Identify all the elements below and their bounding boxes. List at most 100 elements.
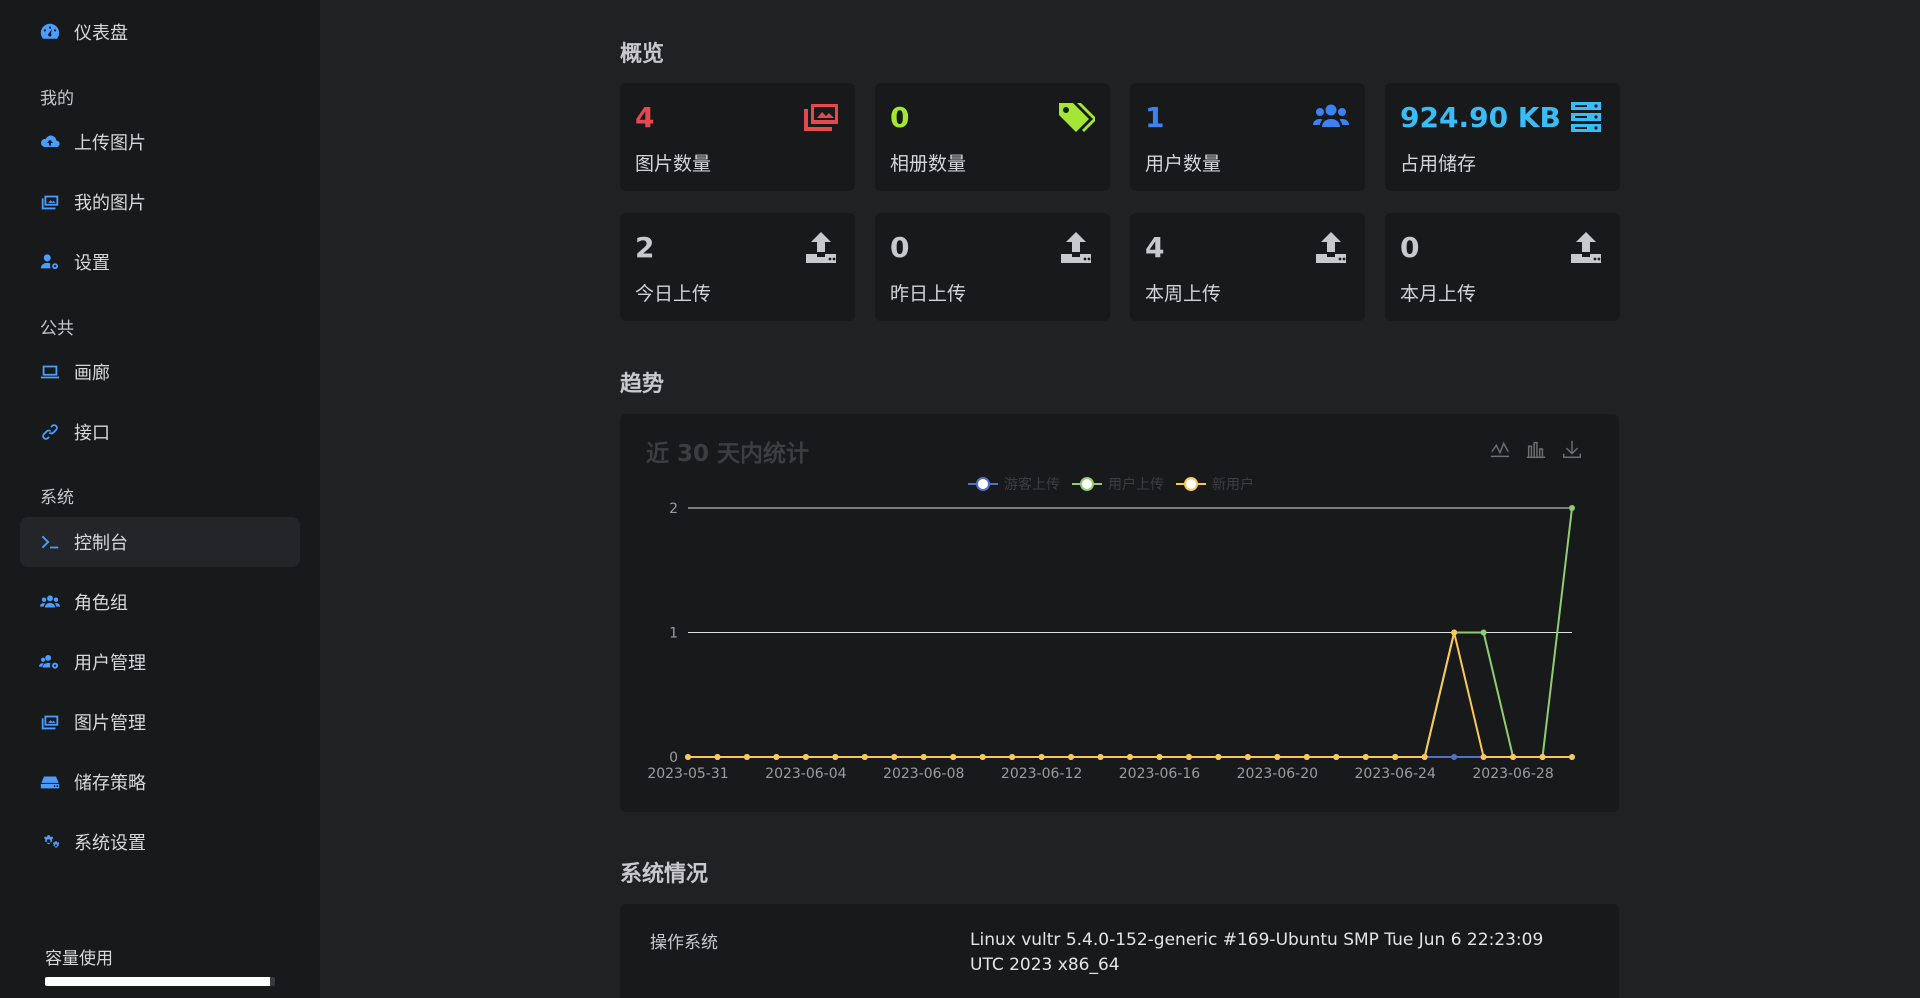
data-point <box>1480 629 1487 636</box>
sidebar-item-label: 上传图片 <box>74 133 146 154</box>
data-point <box>743 754 750 760</box>
line-chart-icon[interactable] <box>1489 438 1511 464</box>
capacity-progress-bar <box>45 977 275 986</box>
stat-card: 1 用户数量 <box>1130 83 1365 191</box>
data-point <box>802 754 809 760</box>
data-point <box>1569 505 1575 511</box>
stat-label: 占用储存 <box>1400 153 1477 175</box>
stat-value: 4 <box>635 101 655 134</box>
sidebar-item-my-images[interactable]: 我的图片 <box>20 177 300 227</box>
users-gear-icon <box>38 650 62 674</box>
sidebar-item-label: 设置 <box>74 253 110 274</box>
data-point <box>1009 754 1016 760</box>
os-label: 操作系统 <box>650 933 718 953</box>
chart-legend: 游客上传 用户上传 新用户 <box>968 474 1254 494</box>
sidebar-item-label: 角色组 <box>74 593 128 614</box>
images-icon <box>38 190 62 214</box>
stat-label: 相册数量 <box>890 153 967 175</box>
data-point <box>1362 754 1369 760</box>
data-point <box>1421 754 1428 760</box>
sidebar-item-settings[interactable]: 设置 <box>20 237 300 287</box>
section-mine: 我的 <box>40 89 74 109</box>
sidebar-item-label: 储存策略 <box>74 773 146 794</box>
legend-item[interactable]: 新用户 <box>1176 474 1254 494</box>
data-point <box>920 754 927 760</box>
legend-label: 新用户 <box>1212 477 1254 493</box>
stat-card: 0 本月上传 <box>1385 213 1620 321</box>
data-point <box>1451 629 1458 636</box>
system-title: 系统情况 <box>620 862 709 887</box>
users-icon <box>38 590 62 614</box>
sidebar-item-api[interactable]: 接口 <box>20 407 300 457</box>
sidebar-item-storage-policy[interactable]: 储存策略 <box>20 757 300 807</box>
sidebar-item-image-management[interactable]: 图片管理 <box>20 697 300 747</box>
chart-title: 近 30 天内统计 <box>646 441 810 467</box>
data-point <box>1480 754 1487 760</box>
sidebar-item-user-management[interactable]: 用户管理 <box>20 637 300 687</box>
data-point <box>979 754 986 760</box>
trend-title: 趋势 <box>620 372 665 397</box>
sidebar-item-upload[interactable]: 上传图片 <box>20 117 300 167</box>
data-point <box>1185 754 1192 760</box>
stat-label: 本月上传 <box>1400 283 1477 305</box>
stat-card: 4 本周上传 <box>1130 213 1365 321</box>
x-tick-label: 2023-06-04 <box>765 766 846 782</box>
stat-value: 0 <box>1400 231 1420 264</box>
data-point <box>1038 754 1045 760</box>
sidebar: 仪表盘 我的 上传图片 我的图片 设置 公共 画廊 接口 系统 控制台 角色组 … <box>0 0 320 998</box>
stat-value: 4 <box>1145 231 1165 264</box>
hard-drive-icon <box>38 770 62 794</box>
data-point <box>1097 754 1104 760</box>
stat-value: 0 <box>890 101 910 134</box>
sidebar-item-label: 图片管理 <box>74 713 146 734</box>
data-point <box>891 754 898 760</box>
sidebar-item-label: 我的图片 <box>74 193 146 214</box>
section-public: 公共 <box>40 319 74 339</box>
sidebar-item-gallery[interactable]: 画廊 <box>20 347 300 397</box>
data-point <box>685 754 691 760</box>
sidebar-item-label: 用户管理 <box>74 653 146 674</box>
x-tick-label: 2023-06-20 <box>1237 766 1318 782</box>
stat-value: 924.90 KB <box>1400 101 1561 134</box>
sidebar-item-label: 控制台 <box>74 533 128 554</box>
sidebar-item-console[interactable]: 控制台 <box>20 517 300 567</box>
link-icon <box>38 420 62 444</box>
x-tick-label: 2023-06-28 <box>1472 766 1553 782</box>
data-point <box>1156 754 1163 760</box>
capacity-label: 容量使用 <box>45 949 113 969</box>
data-point <box>1451 754 1458 760</box>
tags-icon <box>1056 99 1096 135</box>
terminal-icon <box>38 530 62 554</box>
sidebar-item-dashboard[interactable]: 仪表盘 <box>20 7 300 57</box>
upload-icon <box>1056 229 1096 265</box>
legend-swatch <box>1176 477 1206 491</box>
stat-value: 1 <box>1145 101 1165 134</box>
user-gear-icon <box>38 250 62 274</box>
data-point <box>1274 754 1281 760</box>
x-tick-label: 2023-06-24 <box>1355 766 1436 782</box>
overview-title: 概览 <box>620 42 665 67</box>
data-point <box>1215 754 1222 760</box>
trend-chart-card: 0 1 2 2023-05-31 2023-06-04 2023-06-08 2023-06… <box>620 414 1619 812</box>
stat-card: 924.90 KB 占用储存 <box>1385 83 1620 191</box>
upload-icon <box>801 229 841 265</box>
images-icon <box>801 99 841 135</box>
gears-icon <box>38 830 62 854</box>
legend-label: 游客上传 <box>1004 477 1060 493</box>
y-tick-label: 2 <box>669 501 678 517</box>
sidebar-item-system-settings[interactable]: 系统设置 <box>20 817 300 867</box>
legend-item[interactable]: 游客上传 <box>968 474 1060 494</box>
sidebar-item-role-groups[interactable]: 角色组 <box>20 577 300 627</box>
data-point <box>950 754 957 760</box>
images-icon <box>38 710 62 734</box>
x-tick-label: 2023-06-12 <box>1001 766 1082 782</box>
x-tick-label: 2023-06-16 <box>1119 766 1200 782</box>
legend-swatch <box>968 477 998 491</box>
upload-icon <box>1566 229 1606 265</box>
download-icon[interactable] <box>1561 438 1583 464</box>
legend-item[interactable]: 用户上传 <box>1072 474 1164 494</box>
cloud-upload-icon <box>38 130 62 154</box>
capacity-progress-fill <box>45 977 271 986</box>
bar-chart-icon[interactable] <box>1525 438 1547 464</box>
data-point <box>1127 754 1133 760</box>
